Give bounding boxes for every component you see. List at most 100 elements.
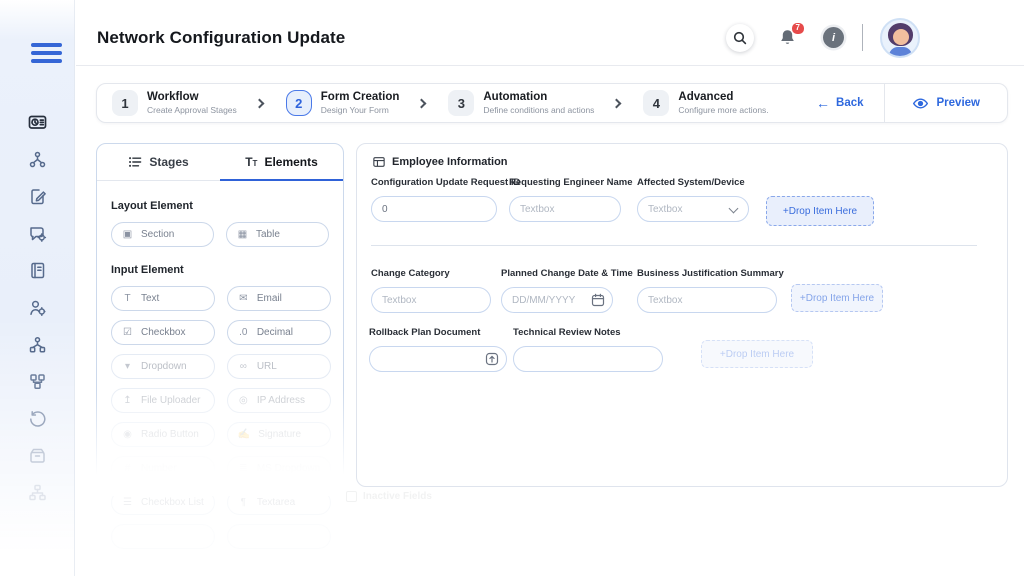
step-description: Define conditions and actions [483, 104, 595, 115]
network-icon[interactable] [28, 334, 48, 354]
step-advanced[interactable]: 4 Advanced Configure more actions. [643, 90, 769, 116]
panel-body: Layout Element ▣ Section ▦ Table Input E… [97, 181, 343, 549]
step-form-creation[interactable]: 2 Form Creation Design Your Form [285, 90, 399, 116]
search-button[interactable] [726, 23, 754, 52]
layout-element-heading: Layout Element [111, 200, 193, 212]
step-automation[interactable]: 3 Automation Define conditions and actio… [448, 90, 594, 116]
elements-icon: TT [245, 154, 258, 169]
back-arrow-icon: ← [816, 95, 831, 111]
element-pill-label: URL [256, 361, 277, 372]
field-planned-change-datetime: Planned Change Date & Time [501, 268, 633, 313]
element-pill-number[interactable]: # Number [111, 456, 215, 481]
sidebar-nav [0, 112, 75, 502]
field-label: Business Justification Summary [637, 268, 784, 279]
avatar-face [892, 28, 909, 45]
notifications-button[interactable]: 7 [778, 21, 805, 48]
drop-zone-1[interactable]: +Drop Item Here [766, 196, 874, 226]
input-element-heading: Input Element [111, 264, 184, 276]
row-divider [371, 245, 977, 246]
element-pill-checkbox[interactable]: ☑ Checkbox [111, 320, 215, 345]
rollback-plan-file-input[interactable] [369, 346, 507, 372]
eye-icon [912, 98, 928, 108]
planned-change-date-input[interactable] [501, 287, 613, 313]
section-grid-icon [346, 491, 357, 502]
notification-badge: 7 [790, 21, 805, 35]
element-pill-file-uploader[interactable]: ↥ File Uploader [111, 388, 215, 413]
chat-settings-icon[interactable] [28, 223, 48, 243]
link-icon: ∞ [239, 361, 247, 372]
back-button[interactable]: ← Back [796, 96, 884, 110]
user-settings-icon[interactable] [28, 297, 48, 317]
drop-zone-label: +Drop Item Here [719, 348, 795, 360]
hierarchy-icon[interactable] [28, 482, 48, 502]
dashboard-icon[interactable] [28, 112, 48, 132]
field-business-justification: Business Justification Summary [637, 268, 784, 313]
change-category-input[interactable] [371, 287, 491, 313]
header-actions: 7 i [726, 17, 1024, 58]
element-pill-text[interactable]: T Text [111, 286, 215, 311]
element-pill-label: File Uploader [141, 395, 201, 406]
element-pill-email[interactable]: ✉ Email [226, 286, 332, 311]
technical-review-notes-input[interactable] [513, 346, 663, 372]
field-label: Planned Change Date & Time [501, 268, 633, 279]
element-pill-table[interactable]: ▦ Table [226, 222, 329, 247]
user-avatar[interactable] [880, 17, 920, 58]
modules-icon[interactable] [28, 371, 48, 391]
back-button-label: Back [836, 97, 864, 109]
field-label: Affected System/Device [637, 177, 745, 188]
element-pill-checkbox-list[interactable]: ☰ Checkbox List [111, 490, 215, 515]
element-pill-faded[interactable] [226, 524, 332, 549]
table-icon: ▦ [237, 229, 248, 240]
element-pill-section[interactable]: ▣ Section [111, 222, 214, 247]
step-workflow[interactable]: 1 Workflow Create Approval Stages [112, 90, 237, 116]
element-pill-signature[interactable]: ✍ Signature [226, 422, 332, 447]
drop-zone-3[interactable]: +Drop Item Here [701, 340, 813, 368]
element-pill-ip-address[interactable]: ◎ IP Address [226, 388, 332, 413]
business-justification-input[interactable] [637, 287, 777, 313]
preview-button[interactable]: Preview [883, 84, 1007, 122]
field-label: Configuration Update Request ID [371, 177, 521, 188]
stepper-steps: 1 Workflow Create Approval Stages 2 Form… [97, 90, 796, 116]
element-pill-dropdown[interactable]: ▾ Dropdown [111, 354, 215, 379]
element-pill-ms-dropdown[interactable]: ≣ MS Dropdown [226, 456, 332, 481]
text-icon: T [124, 293, 131, 304]
tab-stages-label: Stages [149, 155, 189, 169]
step-number: 3 [448, 90, 475, 116]
element-pill-label: Text [141, 293, 160, 304]
chevron-right-icon [254, 98, 265, 108]
element-pill-label: Email [256, 293, 282, 304]
drop-zone-2[interactable]: +Drop Item Here [791, 284, 883, 312]
tab-stages[interactable]: Stages [97, 144, 220, 181]
ghost-section-title: Inactive Fields [363, 491, 432, 502]
element-pill-url[interactable]: ∞ URL [226, 354, 332, 379]
config-update-request-id-input[interactable] [371, 196, 497, 222]
field-requesting-engineer-name: Requesting Engineer Name [509, 177, 633, 222]
element-pill-faded[interactable] [111, 524, 215, 549]
decimal-icon: .0 [239, 327, 248, 338]
element-pill-decimal[interactable]: .0 Decimal [226, 320, 332, 345]
step-label: Workflow [147, 91, 199, 104]
checkbox-list-icon: ☰ [123, 497, 132, 508]
requesting-engineer-name-input[interactable] [509, 196, 621, 222]
archive-icon[interactable] [28, 445, 48, 465]
field-change-category: Change Category [371, 268, 491, 313]
reports-icon[interactable] [28, 260, 48, 280]
app-sidebar [0, 0, 75, 576]
history-icon[interactable] [28, 408, 48, 428]
tab-elements[interactable]: TT Elements [220, 144, 343, 181]
hamburger-menu-icon[interactable] [31, 43, 62, 68]
page-title: Network Configuration Update [97, 27, 346, 47]
affected-system-device-select[interactable] [637, 196, 749, 222]
field-technical-review-notes: Technical Review Notes [513, 327, 663, 372]
step-number: 1 [112, 90, 138, 116]
search-icon [733, 31, 747, 44]
form-editor-icon[interactable] [28, 186, 48, 206]
element-pill-radio-button[interactable]: ◉ Radio Button [111, 422, 215, 447]
radio-icon: ◉ [123, 429, 132, 440]
header-divider [862, 24, 863, 51]
element-pill-textarea[interactable]: ¶ Textarea [226, 490, 332, 515]
email-icon: ✉ [239, 293, 248, 304]
info-button[interactable]: i [823, 27, 844, 48]
element-pill-label: Decimal [256, 327, 293, 338]
workflow-icon[interactable] [28, 149, 48, 169]
